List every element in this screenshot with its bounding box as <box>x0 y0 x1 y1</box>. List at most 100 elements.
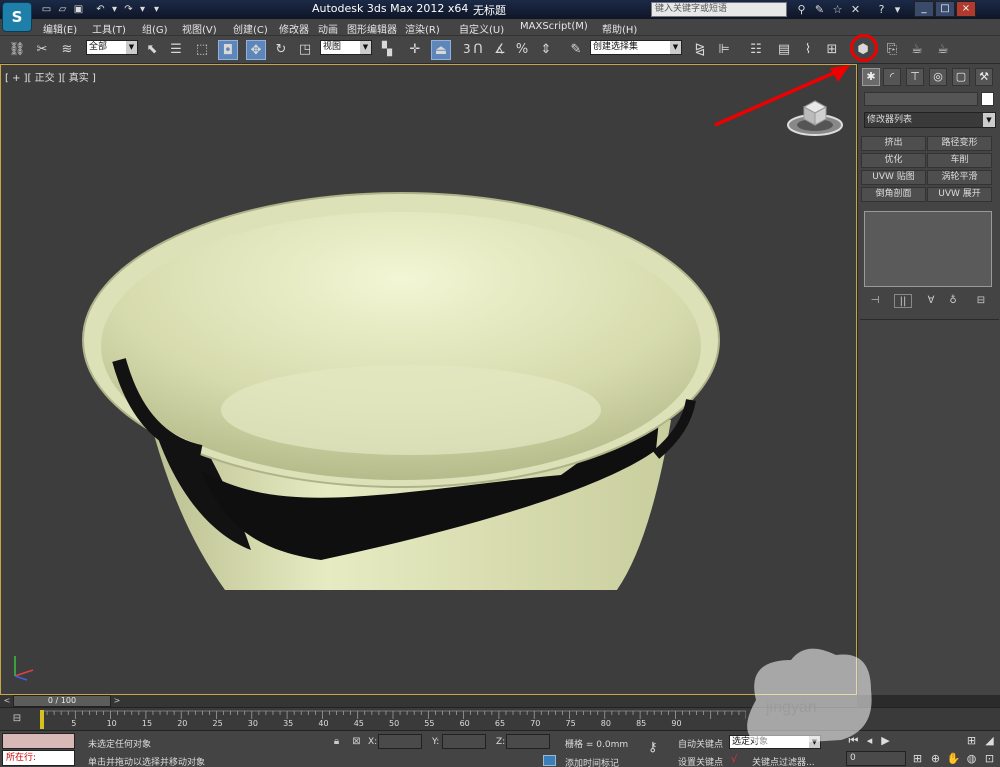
configure-modifier-sets-icon[interactable]: ⊟ <box>972 294 990 308</box>
link-icon[interactable]: ⛓ <box>7 40 27 60</box>
spinner-snap-icon[interactable]: ⇕ <box>536 40 556 60</box>
time-configuration-icon[interactable]: ⊞ <box>910 751 925 766</box>
lock-icon[interactable]: 🔒︎ <box>330 735 343 748</box>
modifier-list-select[interactable]: 修改器列表 ▼ <box>864 112 996 128</box>
rendered-frame-window-icon[interactable]: ☕ <box>907 40 927 60</box>
pan-view-icon[interactable]: ✋ <box>946 751 961 766</box>
menu-maxscript[interactable]: MAXScript(M) <box>520 21 588 32</box>
modifier-button-bevel-profile[interactable]: 倒角剖面 <box>861 187 926 202</box>
key-filters-button[interactable]: 关键点过滤器... <box>752 755 815 767</box>
selection-filter-select[interactable]: 全部 ▼ <box>86 40 138 55</box>
add-time-tag-button[interactable]: 添加时间标记 <box>565 756 619 767</box>
align-icon[interactable]: ⊫ <box>714 40 734 60</box>
angle-snap-icon[interactable]: ∡ <box>490 40 510 60</box>
wrench-icon[interactable]: ✎ <box>812 2 827 17</box>
unlink-icon[interactable]: ✂ <box>32 40 52 60</box>
help-dropdown-icon[interactable]: ▾ <box>890 2 905 17</box>
menu-tools[interactable]: 工具(T) <box>92 21 126 36</box>
motion-tab-icon[interactable]: ◎ <box>929 68 947 86</box>
object-name-field[interactable] <box>864 92 978 106</box>
previous-frame-icon[interactable]: < <box>2 695 12 707</box>
schematic-view-icon[interactable]: ⊞ <box>822 40 842 60</box>
menu-modifiers[interactable]: 修改器 <box>279 21 309 36</box>
play-icon[interactable]: ▶ <box>878 733 893 748</box>
select-and-scale-icon[interactable]: ◳ <box>295 40 315 60</box>
menu-rendering[interactable]: 渲染(R) <box>405 21 440 36</box>
undo-dropdown-icon[interactable]: ▾ <box>108 3 121 16</box>
pivot-center-icon[interactable]: ▚ <box>377 40 397 60</box>
undo-icon[interactable]: ↶ <box>94 3 107 16</box>
bowl-model[interactable] <box>81 190 731 590</box>
mirror-icon[interactable]: ⧎ <box>690 40 710 60</box>
pin-stack-icon[interactable]: ⊣ <box>866 294 884 308</box>
save-file-icon[interactable]: ▣ <box>72 3 85 16</box>
utilities-tab-icon[interactable]: ⚒ <box>975 68 993 86</box>
ribbon-icon[interactable]: ▤ <box>774 40 794 60</box>
search-input[interactable]: 键入关键字或短语 <box>651 2 787 17</box>
go-to-start-icon[interactable]: ⏮ <box>846 733 861 748</box>
modifier-button-turbosmooth[interactable]: 涡轮平滑 <box>927 170 992 185</box>
render-production-icon[interactable]: ☕ <box>933 40 953 60</box>
maxscript-listener-input[interactable] <box>2 733 75 749</box>
y-coord-field[interactable] <box>442 734 486 749</box>
menu-create[interactable]: 创建(C) <box>233 21 268 36</box>
key-icon[interactable]: ⚷ <box>648 741 670 755</box>
open-mini-curve-editor-icon[interactable]: ⊟ <box>8 712 26 726</box>
z-coord-field[interactable] <box>506 734 550 749</box>
redo-dropdown-icon[interactable]: ▾ <box>136 3 149 16</box>
create-tab-icon[interactable]: ✱ <box>862 68 880 86</box>
maxscript-listener-output[interactable]: 所在行: <box>2 750 75 766</box>
layer-manager-icon[interactable]: ☷ <box>746 40 766 60</box>
x-coord-field[interactable] <box>378 734 422 749</box>
zoom-extents-icon[interactable]: ⊞ <box>964 733 979 748</box>
next-frame-icon[interactable]: > <box>112 695 122 707</box>
edit-named-selection-icon[interactable]: ✎ <box>566 40 586 60</box>
menu-graph-editors[interactable]: 图形编辑器 <box>347 21 397 36</box>
field-of-view-icon[interactable]: ◢ <box>982 733 997 748</box>
modifier-button-path-deform[interactable]: 路径变形 <box>927 136 992 151</box>
select-object-icon[interactable]: ⬉ <box>142 40 162 60</box>
select-and-rotate-icon[interactable]: ↻ <box>271 40 291 60</box>
select-by-name-icon[interactable]: ☰ <box>166 40 186 60</box>
redo-icon[interactable]: ↷ <box>122 3 135 16</box>
modifier-button-unwrap-uvw[interactable]: UVW 展开 <box>927 187 992 202</box>
new-file-icon[interactable]: ▭ <box>40 3 53 16</box>
modifier-button-uvw-map[interactable]: UVW 贴图 <box>861 170 926 185</box>
binoculars-icon[interactable]: ⚲ <box>794 2 809 17</box>
modifier-button-optimize[interactable]: 优化 <box>861 153 926 168</box>
reference-coordinate-select[interactable]: 视图 ▼ <box>320 40 372 55</box>
curve-editor-icon[interactable]: ⌇ <box>798 40 818 60</box>
set-key-button[interactable]: 设置关键点 <box>678 755 723 767</box>
orbit-icon[interactable]: ◍ <box>964 751 979 766</box>
zoom-icon[interactable]: ⊕ <box>928 751 943 766</box>
viewcube-icon[interactable] <box>786 93 844 139</box>
modifier-stack-list[interactable] <box>864 211 992 287</box>
maximize-viewport-icon[interactable]: ⊡ <box>982 751 997 766</box>
perspective-viewport[interactable]: [ + ][ 正交 ][ 真实 ] <box>0 64 857 695</box>
open-file-icon[interactable]: ▱ <box>56 3 69 16</box>
time-slider[interactable]: < 0 / 100 > <box>0 695 857 707</box>
help-icon[interactable]: ? <box>874 2 889 17</box>
menu-group[interactable]: 组(G) <box>142 21 168 36</box>
current-frame-field[interactable]: 0 <box>846 751 906 766</box>
key-mode-select[interactable]: 选定对象 ▼ <box>729 735 821 749</box>
viewport-label[interactable]: [ + ][ 正交 ][ 真实 ] <box>5 69 96 84</box>
menu-edit[interactable]: 编辑(E) <box>43 21 77 36</box>
minimize-button[interactable]: _ <box>914 1 934 17</box>
help-search-icon[interactable]: ✕ <box>848 2 863 17</box>
show-end-result-icon[interactable]: || <box>894 294 912 308</box>
remove-modifier-icon[interactable]: ♁ <box>944 294 962 308</box>
rectangular-selection-icon[interactable]: ⬚ <box>192 40 212 60</box>
named-selection-select[interactable]: 创建选择集 ▼ <box>590 40 682 55</box>
hierarchy-tab-icon[interactable]: ⊤ <box>906 68 924 86</box>
track-bar[interactable]: ⊟ 5 10 15 20 25 30 35 40 45 50 55 60 65 70 75 80 85 90 <box>0 707 1000 730</box>
add-time-tag-icon[interactable] <box>543 755 556 766</box>
select-and-move-icon[interactable]: ✥ <box>246 40 266 60</box>
object-color-swatch[interactable] <box>981 92 994 106</box>
close-button[interactable]: × <box>956 1 976 17</box>
auto-key-button[interactable]: 自动关键点 <box>678 737 723 750</box>
render-setup-icon[interactable]: ⎘ <box>882 40 902 60</box>
previous-frame-icon[interactable]: ◂ <box>862 733 877 748</box>
select-and-manipulate-icon[interactable]: ✛ <box>405 40 425 60</box>
modifier-button-lathe[interactable]: 车削 <box>927 153 992 168</box>
